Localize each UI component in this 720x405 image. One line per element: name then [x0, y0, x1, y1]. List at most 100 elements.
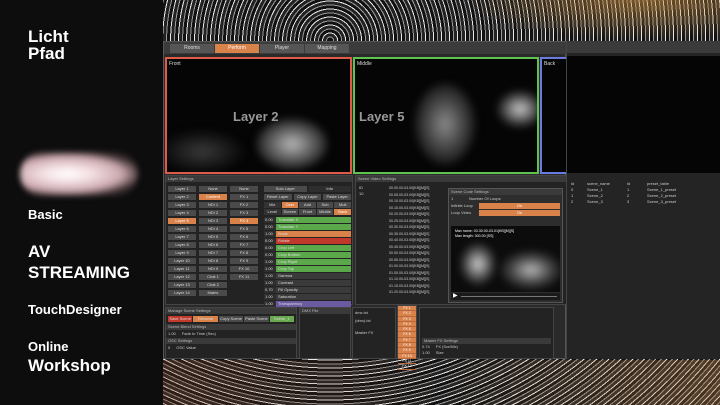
fx-button[interactable]: FX 2	[230, 202, 258, 208]
param-row[interactable]: 0.00 Crop Bottom	[264, 252, 351, 258]
blend-middle[interactable]: Middle	[316, 209, 334, 215]
dmx-file-2[interactable]: (dmx).txt	[355, 318, 393, 324]
source-button[interactable]: NDI 2	[199, 210, 227, 216]
source-button[interactable]: Matrix	[199, 290, 227, 296]
fx-button[interactable]: FX 3	[230, 210, 258, 216]
loop-video-toggle[interactable]: On	[479, 210, 560, 216]
param-value[interactable]: 0.00	[264, 252, 276, 258]
param-slider[interactable]: Gamma	[276, 273, 351, 279]
layer-button[interactable]: Layer 13	[168, 282, 196, 288]
blend-screen[interactable]: Screen	[281, 209, 299, 215]
tab-rooms[interactable]: Rooms	[170, 44, 214, 53]
playback-bar[interactable]: ▶	[451, 293, 560, 300]
source-button[interactable]: NDI 7	[199, 250, 227, 256]
layer-button[interactable]: Layer 10	[168, 258, 196, 264]
param-row[interactable]: 1.00 Gamma	[264, 273, 351, 279]
source-button[interactable]: NDI 9	[199, 266, 227, 272]
layer-button[interactable]: Layer 1	[168, 186, 196, 192]
middle-view[interactable]: Middle Layer 5	[353, 57, 539, 174]
loops-value[interactable]: 1	[451, 196, 469, 202]
playback-scrubber[interactable]	[461, 296, 557, 297]
fx-button[interactable]: FX 6	[230, 234, 258, 240]
source-button[interactable]: NDI 3	[199, 218, 227, 224]
fx-button[interactable]: FX 7	[230, 242, 258, 248]
layer-button[interactable]: Layer 12	[168, 274, 196, 280]
param-value[interactable]: 1.00	[264, 280, 276, 286]
blend-mult[interactable]: Mult	[334, 202, 351, 208]
source-button[interactable]: Chat 1	[199, 274, 227, 280]
param-value[interactable]: 0.70	[264, 287, 276, 293]
layer-button[interactable]: Layer 2	[168, 194, 196, 200]
layer-button[interactable]: Layer 11	[168, 266, 196, 272]
param-row[interactable]: 1.00 Contrast	[264, 280, 351, 286]
paste-layer-button[interactable]: Paste Layer	[323, 194, 352, 200]
copy-scene-button[interactable]: Copy Scene	[218, 316, 244, 322]
param-slider[interactable]: Crop Top	[276, 266, 351, 272]
blend-front[interactable]: Front	[299, 209, 316, 215]
param-row[interactable]: 1.00 Saturation	[264, 294, 351, 300]
dmx-file-1[interactable]: dmx.txt	[355, 310, 393, 316]
fx-button[interactable]: FX 11	[230, 274, 258, 280]
fx-button[interactable]: FX 1	[230, 194, 258, 200]
param-slider[interactable]: Fill Opacity	[276, 287, 351, 293]
param-slider[interactable]: Translate Y	[276, 224, 351, 230]
layer-button[interactable]: Layer 3	[168, 202, 196, 208]
source-button[interactable]: NDI 8	[199, 258, 227, 264]
param-value[interactable]: 1.00	[264, 266, 276, 272]
layer-button[interactable]: Layer 7	[168, 234, 196, 240]
param-value[interactable]: 0.00	[264, 217, 276, 223]
blend-level[interactable]: Level	[264, 209, 281, 215]
param-row[interactable]: 0.00 Translate X	[264, 217, 351, 223]
param-row[interactable]: 1.00 Crop Top	[264, 266, 351, 272]
back-view[interactable]: Back	[540, 57, 567, 174]
param-row[interactable]: 0.70 Fill Opacity	[264, 287, 351, 293]
param-value[interactable]: 1.00	[264, 294, 276, 300]
param-value[interactable]: 1.00	[264, 273, 276, 279]
blend-sub[interactable]: Sub	[316, 202, 334, 208]
fx-button[interactable]: FX 4	[230, 218, 258, 224]
param-row[interactable]: 0.00 Rotate	[264, 238, 351, 244]
param-value[interactable]: 0.00	[264, 224, 276, 230]
copy-layer-button[interactable]: Copy Layer	[293, 194, 322, 200]
fx-button[interactable]: FX 10	[230, 266, 258, 272]
blend-over[interactable]: Over	[281, 202, 299, 208]
param-value[interactable]: 1.00	[264, 259, 276, 265]
layer-button[interactable]: Layer 4	[168, 210, 196, 216]
blend-back[interactable]: Back	[334, 209, 351, 215]
blend-mix[interactable]: Mix	[264, 202, 281, 208]
save-scene-button[interactable]: Save Scene	[168, 316, 193, 322]
source-button[interactable]: NDI 1	[199, 202, 227, 208]
param-slider[interactable]: Scale	[276, 231, 351, 237]
layer-button[interactable]: Layer 14	[168, 290, 196, 296]
tab-player[interactable]: Player	[260, 44, 304, 53]
param-row[interactable]: 1.00 Scale	[264, 231, 351, 237]
param-row[interactable]: 0.00 Translate Y	[264, 224, 351, 230]
reset-layer-button[interactable]: Reset Layer	[264, 194, 292, 200]
param-slider[interactable]: Translate X	[276, 217, 351, 223]
param-slider[interactable]: Saturation	[276, 294, 351, 300]
param-slider[interactable]: Crop Right	[276, 259, 351, 265]
param-slider[interactable]: Crop Left	[276, 245, 351, 251]
blend-add[interactable]: Add	[299, 202, 316, 208]
fx-button[interactable]: FX 9	[230, 258, 258, 264]
scene-name-field[interactable]: Scene_1	[269, 316, 295, 322]
size-value[interactable]: 1.00	[422, 350, 430, 356]
front-view[interactable]: Front Layer 2	[165, 57, 352, 174]
osc-value[interactable]: 0	[168, 345, 170, 351]
layer-button[interactable]: Layer 9	[168, 250, 196, 256]
param-slider[interactable]: Contrast	[276, 280, 351, 286]
source-button[interactable]: Chat 2	[199, 282, 227, 288]
timecode-item[interactable]: 01.20.00-03.00[KB][M][S]	[389, 289, 443, 296]
paste-scene-button[interactable]: Paste Scene	[244, 316, 269, 322]
video-preview[interactable]: Max name: 03.30.00-03.01[KB][M][S] Max l…	[451, 226, 560, 292]
fx-button[interactable]: FX 5	[230, 226, 258, 232]
param-row[interactable]: 1.00 Crop Right	[264, 259, 351, 265]
fx-button[interactable]: FX 8	[230, 250, 258, 256]
tab-mapping[interactable]: Mapping	[305, 44, 349, 53]
param-value[interactable]: 1.00	[264, 231, 276, 237]
param-slider[interactable]: Crop Bottom	[276, 252, 351, 258]
layer-button[interactable]: Layer 8	[168, 242, 196, 248]
source-button[interactable]: NDI 6	[199, 242, 227, 248]
param-value[interactable]: 0.00	[264, 245, 276, 251]
param-value[interactable]: 0.00	[264, 238, 276, 244]
